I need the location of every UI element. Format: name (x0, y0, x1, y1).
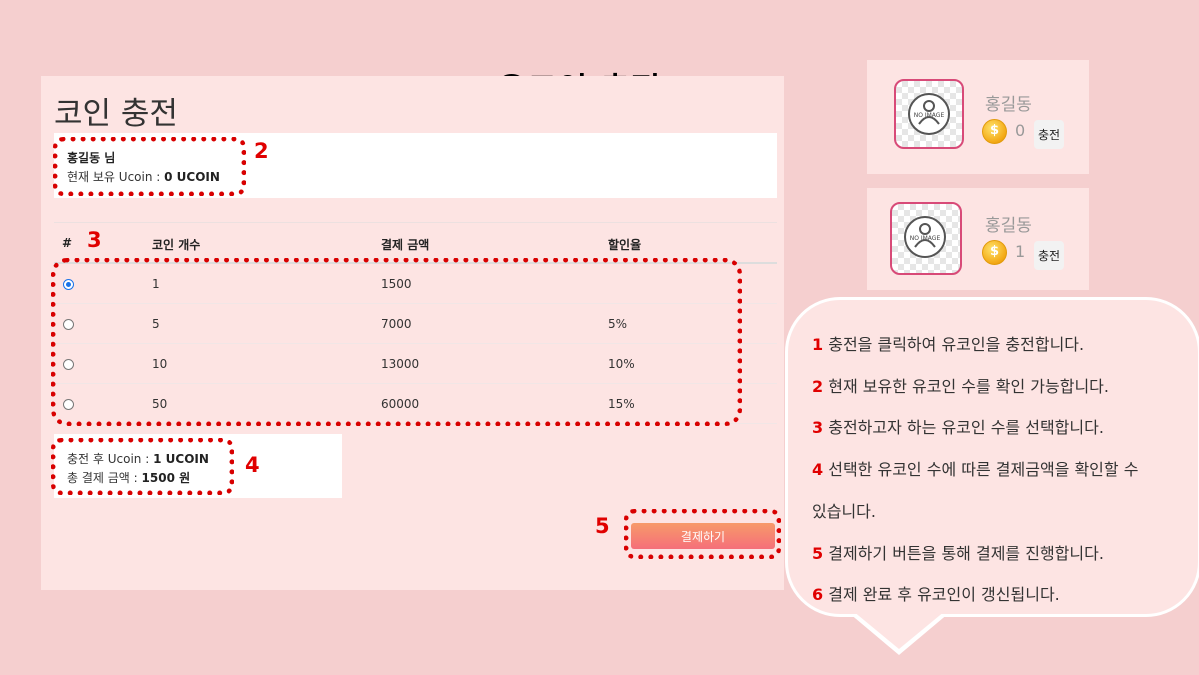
bubble-tail-inner (853, 611, 945, 649)
help-item: 있습니다. (812, 502, 876, 521)
coin-icon: $ (982, 240, 1007, 265)
annotation-box-3 (51, 258, 742, 426)
column-header: # (62, 236, 73, 250)
annotation-box-2 (53, 137, 246, 196)
avatar: NO IMAGE (890, 202, 962, 275)
coin-count: 1 (1015, 242, 1026, 261)
page-title: 코인 충전 (54, 96, 178, 132)
no-image-icon: NO IMAGE (908, 93, 950, 135)
help-item: 4 선택한 유코인 수에 따른 결제금액을 확인할 수 (812, 460, 1139, 479)
marker-3: 3 (87, 228, 102, 252)
help-item: 6 결제 완료 후 유코인이 갱신됩니다. (812, 585, 1060, 604)
avatar-text: NO IMAGE (914, 112, 945, 119)
column-header: 할인율 (608, 238, 642, 252)
charge-button[interactable]: 충전 (1034, 120, 1065, 149)
avatar-text: NO IMAGE (910, 235, 941, 242)
coin-icon: $ (982, 119, 1007, 144)
profile-card-after: NO IMAGE 홍길동 $ 1 충전 (867, 188, 1089, 290)
annotation-box-5 (624, 509, 781, 559)
help-item: 5 결제하기 버튼을 통해 결제를 진행합니다. (812, 544, 1104, 563)
column-header: 결제 금액 (381, 238, 430, 252)
profile-name: 홍길동 (985, 216, 1032, 236)
column-header: 코인 개수 (152, 238, 201, 252)
charge-button[interactable]: 충전 (1034, 241, 1065, 270)
marker-4: 4 (245, 453, 260, 477)
marker-2: 2 (254, 139, 269, 163)
no-image-icon: NO IMAGE (904, 216, 946, 258)
help-item: 2 현재 보유한 유코인 수를 확인 가능합니다. (812, 377, 1109, 396)
avatar: NO IMAGE (894, 79, 964, 149)
profile-card-before: NO IMAGE 홍길동 $ 0 충전 (867, 60, 1089, 174)
coin-count: 0 (1015, 121, 1026, 140)
annotation-box-4 (51, 438, 234, 495)
marker-5: 5 (595, 514, 610, 538)
help-bubble: 1 충전을 클릭하여 유코인을 충전합니다. 2 현재 보유한 유코인 수를 확… (785, 297, 1199, 617)
table-divider (54, 222, 777, 223)
profile-name: 홍길동 (985, 95, 1032, 115)
help-item: 3 충전하고자 하는 유코인 수를 선택합니다. (812, 418, 1104, 437)
help-item: 1 충전을 클릭하여 유코인을 충전합니다. (812, 335, 1085, 354)
